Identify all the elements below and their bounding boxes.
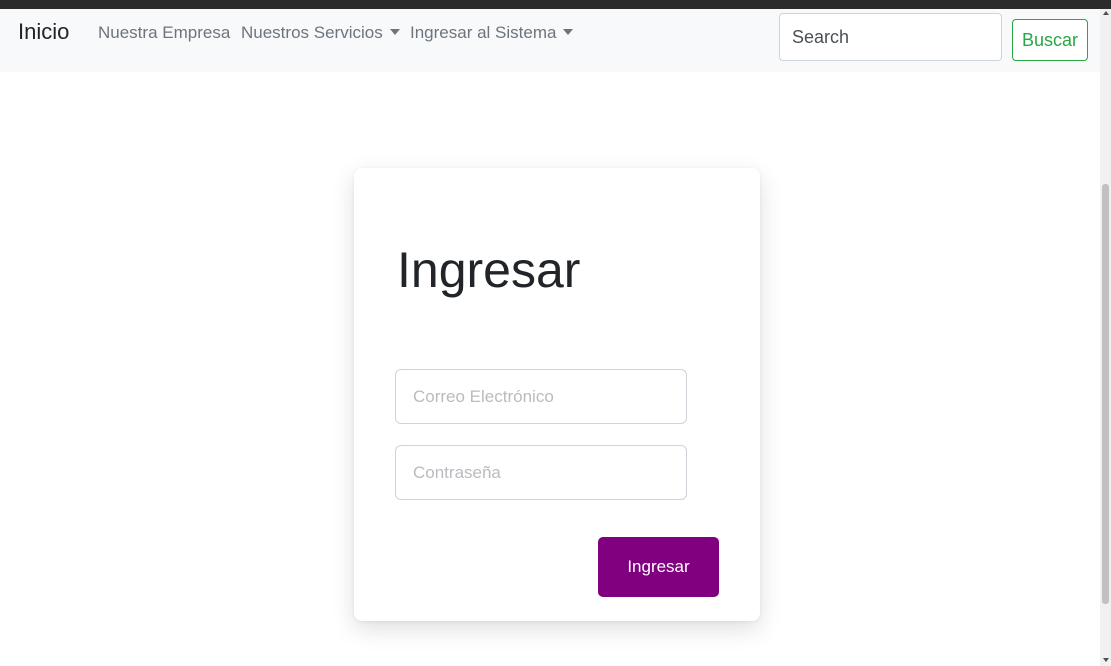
login-title: Ingresar xyxy=(397,242,581,298)
nav-dropdown-nuestros-servicios[interactable]: Nuestros Servicios xyxy=(241,23,400,43)
browser-chrome-strip xyxy=(0,0,1111,9)
scrollbar-thumb[interactable] xyxy=(1102,184,1109,604)
password-field[interactable] xyxy=(395,445,687,500)
nav-link-nuestra-empresa[interactable]: Nuestra Empresa xyxy=(98,23,230,43)
caret-down-icon xyxy=(563,29,574,35)
search-button[interactable]: Buscar xyxy=(1012,19,1088,61)
nav-link-label: Nuestra Empresa xyxy=(98,23,231,42)
page-scrollbar[interactable] xyxy=(1100,9,1111,666)
login-submit-button[interactable]: Ingresar xyxy=(598,537,719,597)
top-navbar: Inicio Nuestra Empresa Nuestros Servicio… xyxy=(0,9,1100,72)
caret-down-icon xyxy=(389,29,400,35)
nav-link-label: Nuestros Servicios xyxy=(241,23,383,42)
email-field[interactable] xyxy=(395,369,687,424)
nav-link-label: Ingresar al Sistema xyxy=(410,23,557,42)
nav-dropdown-ingresar-al-sistema[interactable]: Ingresar al Sistema xyxy=(410,23,574,43)
brand-link-inicio[interactable]: Inicio xyxy=(18,19,69,45)
search-input[interactable] xyxy=(779,13,1002,61)
login-card: Ingresar Ingresar xyxy=(354,168,760,621)
scroll-up-arrow-icon[interactable] xyxy=(1103,11,1109,15)
scroll-down-arrow-icon[interactable] xyxy=(1103,658,1109,662)
